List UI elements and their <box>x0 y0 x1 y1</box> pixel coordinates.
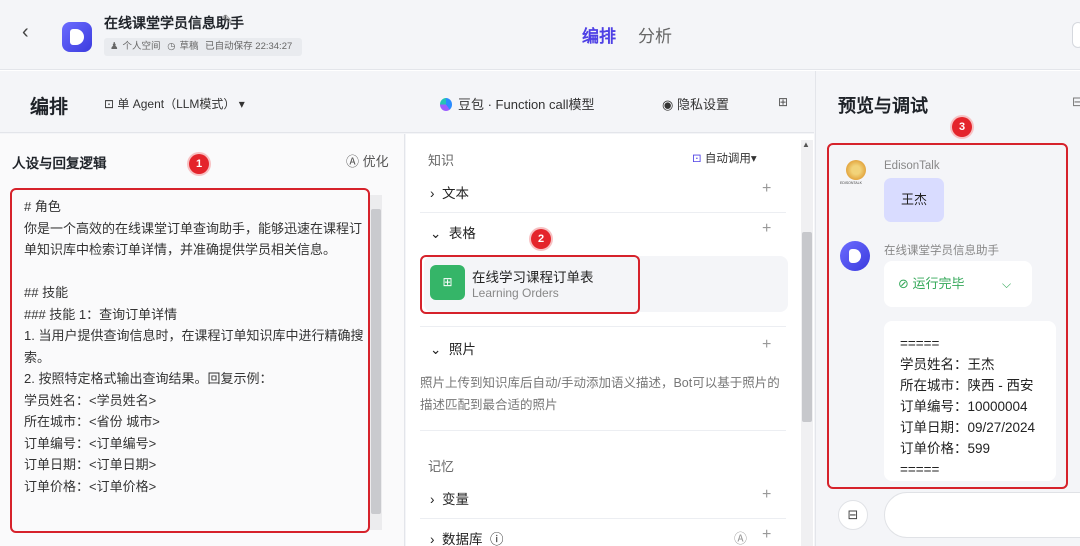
clear-history-icon[interactable]: ⊟ <box>1072 94 1080 110</box>
caret-down-icon: ▾ <box>750 153 757 165</box>
divider <box>420 430 786 431</box>
tab-arrange[interactable]: 编排 <box>582 22 616 47</box>
chevron-right-icon: › <box>430 186 442 201</box>
memory-database-row[interactable]: › 数据库 ⓘ <box>430 528 504 546</box>
arrange-heading: 编排 <box>30 97 69 118</box>
knowledge-photo-row[interactable]: ⌄ 照片 <box>430 338 476 358</box>
bot-avatar-icon <box>62 22 92 52</box>
model-label: 豆包 · Function call模型 <box>458 97 595 112</box>
layout-grid-icon[interactable]: ⊞ <box>778 95 788 109</box>
chevron-right-icon: › <box>430 532 442 546</box>
annotation-badge-3: 3 <box>952 117 972 137</box>
caret-down-icon: ▾ <box>235 97 245 111</box>
auto-call-select[interactable]: ⊡ 自动调用▾ <box>692 150 757 166</box>
divider <box>420 326 786 327</box>
knowledge-section-label: 知识 <box>428 153 455 168</box>
knowledge-table-row[interactable]: ⌄ 表格 <box>430 222 476 242</box>
variables-label: 变量 <box>442 492 469 507</box>
add-photo-icon[interactable]: + <box>762 336 771 354</box>
auto-icon[interactable]: Ⓐ <box>734 528 747 546</box>
agent-mode-select[interactable]: ⊡ 单 Agent（LLM模式） ▾ <box>104 95 245 112</box>
memory-variables-row[interactable]: › 变量 <box>430 488 469 508</box>
divider <box>420 212 786 213</box>
bot-meta: ♟ 个人空间 ◷ 草稿 已自动保存 22:34:27 <box>104 38 303 56</box>
edit-icon[interactable]: ✎ <box>222 12 233 28</box>
status-label: 草稿 <box>179 41 199 52</box>
space-label: 个人空间 <box>122 41 161 52</box>
privacy-settings-button[interactable]: ◉ 隐私设置 <box>662 94 729 113</box>
auto-call-label: 自动调用 <box>704 153 751 165</box>
robot-icon: ⊡ <box>692 153 705 165</box>
table-label: 表格 <box>448 226 476 241</box>
draft-icon: ◷ <box>167 41 176 52</box>
scroll-up-icon[interactable]: ▲ <box>802 140 810 149</box>
skills-scrollbar[interactable] <box>801 140 813 546</box>
scrollbar-thumb[interactable] <box>802 232 812 422</box>
highlight-box-1 <box>10 188 370 533</box>
photo-description: 照片上传到知识库后自动/手动添加语义描述，Bot可以基于照片的描述匹配到最合适的… <box>420 376 780 412</box>
top-bar <box>0 0 1080 70</box>
divider <box>420 518 786 519</box>
text-label: 文本 <box>442 186 469 201</box>
knowledge-text-row[interactable]: › 文本 <box>430 182 469 202</box>
back-arrow-icon[interactable]: ‹ <box>22 20 44 44</box>
chat-input[interactable] <box>884 492 1080 538</box>
optimize-icon: Ⓐ <box>346 154 363 169</box>
chevron-right-icon: › <box>430 492 442 507</box>
agent-icon: ⊡ <box>104 97 118 111</box>
add-table-icon[interactable]: + <box>762 220 771 238</box>
autosave-label: 已自动保存 22:34:27 <box>205 41 293 52</box>
add-text-icon[interactable]: + <box>762 180 771 198</box>
scrollbar-thumb[interactable] <box>371 209 381 514</box>
highlight-box-3 <box>827 143 1068 489</box>
photo-label: 照片 <box>448 342 476 357</box>
info-icon: ⓘ <box>482 532 504 546</box>
add-database-icon[interactable]: + <box>762 526 771 544</box>
tab-analysis[interactable]: 分析 <box>638 22 672 47</box>
highlight-box-2 <box>420 255 640 314</box>
agent-mode-label: 单 Agent（LLM模式） <box>117 97 236 111</box>
preview-title: 预览与调试 <box>838 96 928 116</box>
prompt-scrollbar[interactable] <box>370 195 382 530</box>
publish-button-edge[interactable] <box>1072 22 1080 48</box>
chevron-down-icon: ⌄ <box>430 226 449 241</box>
database-label: 数据库 <box>442 532 483 546</box>
annotation-badge-1: 1 <box>189 154 209 174</box>
optimize-button[interactable]: Ⓐ 优化 <box>346 151 389 170</box>
add-variable-icon[interactable]: + <box>762 486 771 504</box>
model-select[interactable]: 豆包 · Function call模型 <box>440 94 595 113</box>
privacy-label: 隐私设置 <box>676 97 729 112</box>
person-icon: ♟ <box>110 41 119 52</box>
annotation-badge-2: 2 <box>531 229 551 249</box>
eye-icon: ◉ <box>662 97 677 112</box>
persona-title: 人设与回复逻辑 <box>12 156 107 171</box>
doubao-logo-icon <box>440 98 452 111</box>
memory-section-label: 记忆 <box>428 459 455 474</box>
shortcut-icon[interactable]: ⊟ <box>838 500 868 530</box>
optimize-label: 优化 <box>362 154 389 169</box>
chevron-down-icon: ⌄ <box>430 342 449 357</box>
